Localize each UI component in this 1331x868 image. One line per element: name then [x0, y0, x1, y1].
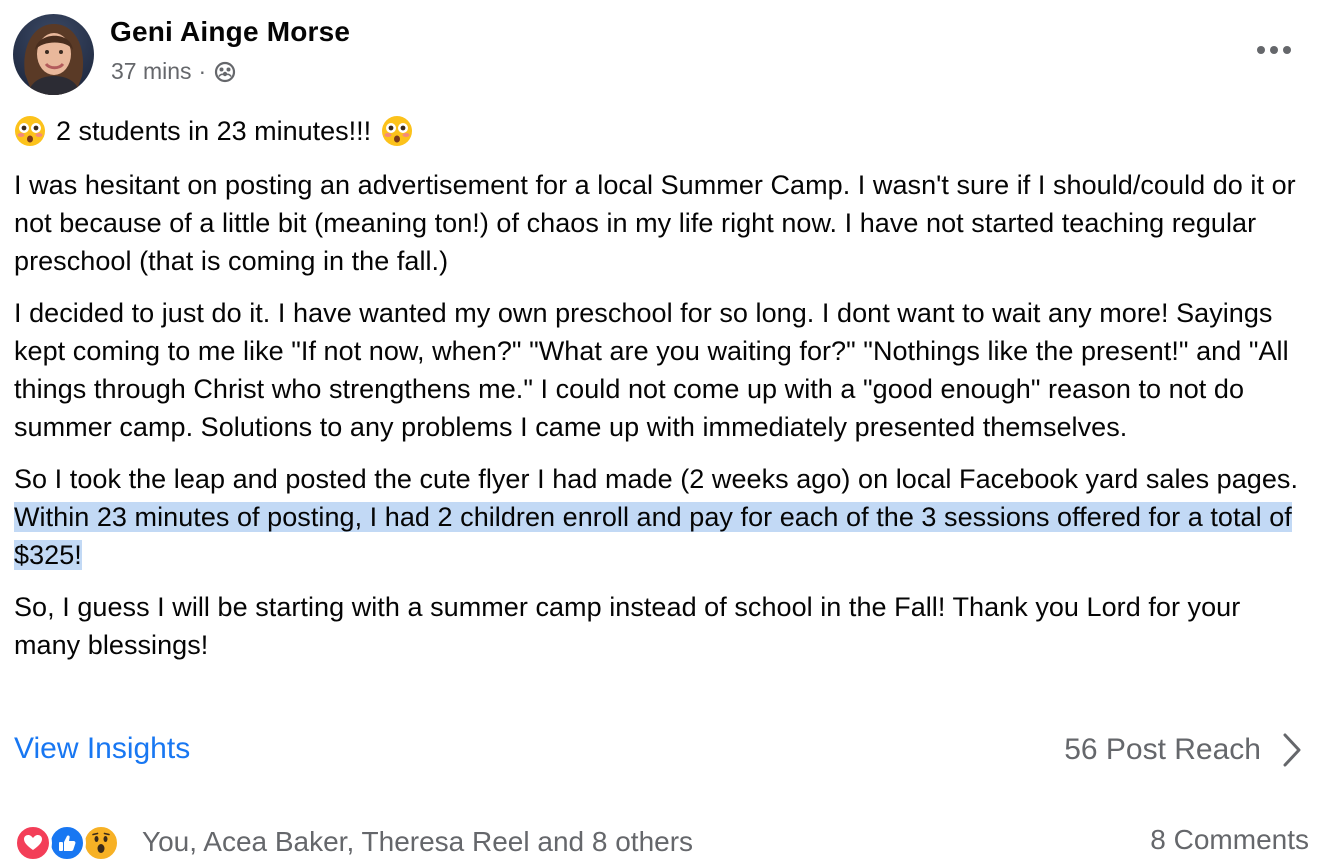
love-reaction-icon	[14, 824, 52, 862]
more-options-button[interactable]	[1252, 36, 1296, 64]
chevron-right-icon	[1283, 733, 1301, 767]
author-avatar[interactable]	[13, 14, 94, 95]
reactors-label[interactable]: You, Acea Baker, Theresa Reel and 8 othe…	[142, 826, 693, 858]
facebook-post: Geni Ainge Morse 37 mins · 2 students in…	[0, 0, 1331, 868]
post-paragraph: So I took the leap and posted the cute f…	[14, 460, 1309, 574]
reaction-icons[interactable]	[14, 820, 132, 864]
post-timestamp[interactable]: 37 mins	[111, 58, 192, 85]
flushed-face-emoji-icon	[14, 115, 46, 147]
post-paragraph: So, I guess I will be starting with a su…	[14, 592, 1241, 660]
author-name[interactable]: Geni Ainge Morse	[110, 16, 350, 48]
wow-reaction-icon	[82, 824, 120, 862]
post-paragraph-text: So I took the leap and posted the cute f…	[14, 464, 1299, 494]
highlighted-text-selection: Within 23 minutes of posting, I had 2 ch…	[14, 502, 1292, 570]
post-body: 2 students in 23 minutes!!! I was hesita…	[14, 112, 1309, 664]
meta-separator: ·	[198, 58, 207, 84]
view-insights-link[interactable]: View Insights	[14, 732, 190, 766]
avatar-photo-icon	[24, 24, 84, 95]
post-headline-row: 2 students in 23 minutes!!!	[14, 112, 1309, 150]
friends-icon[interactable]	[213, 60, 237, 84]
post-paragraph: I was hesitant on posting an advertiseme…	[14, 170, 1296, 276]
post-paragraph: I decided to just do it. I have wanted m…	[14, 298, 1289, 442]
like-reaction-icon	[48, 824, 86, 862]
post-reach-button[interactable]: 56 Post Reach	[1064, 732, 1303, 768]
post-headline: 2 students in 23 minutes!!!	[56, 116, 372, 146]
post-meta: 37 mins ·	[111, 58, 237, 85]
more-horizontal-icon	[1257, 46, 1291, 54]
post-reach-label: 56 Post Reach	[1064, 733, 1261, 766]
flushed-face-emoji-icon	[381, 115, 413, 147]
comments-count-link[interactable]: 8 Comments	[1150, 824, 1309, 856]
reactions-summary[interactable]: You, Acea Baker, Theresa Reel and 8 othe…	[14, 820, 693, 864]
